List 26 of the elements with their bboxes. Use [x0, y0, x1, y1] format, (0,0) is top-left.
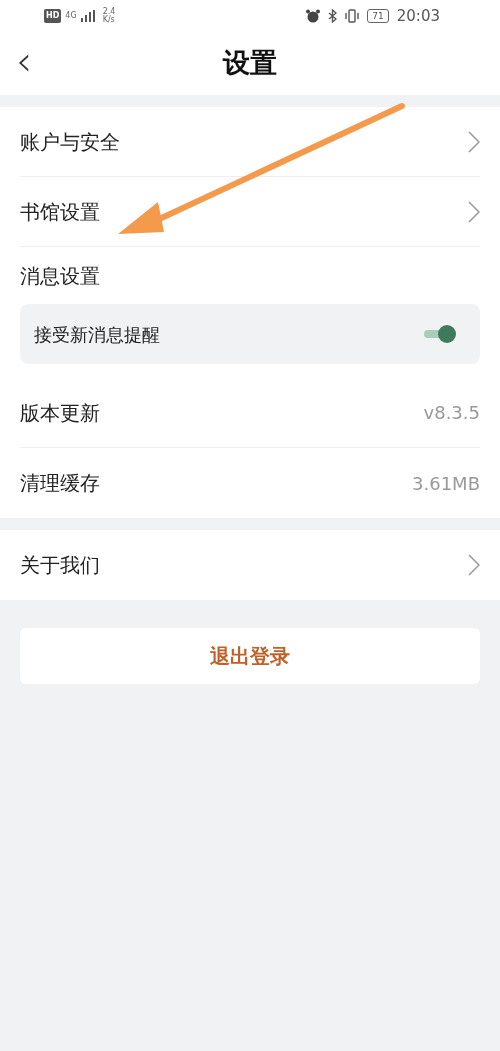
- bluetooth-icon: [328, 9, 338, 23]
- row-label: 版本更新: [20, 399, 100, 427]
- row-label: 账户与安全: [20, 128, 120, 156]
- logout-button[interactable]: 退出登录: [20, 628, 480, 684]
- network-type: 4G: [65, 12, 77, 20]
- clock-time: 20:03: [396, 5, 440, 27]
- chevron-icon: [468, 130, 480, 153]
- toggle-switch[interactable]: [424, 325, 456, 343]
- row-label: 清理缓存: [20, 470, 100, 497]
- chevron-icon: [468, 200, 480, 223]
- signal-icon: [80, 10, 95, 22]
- speed-unit: K/s: [102, 16, 116, 24]
- row-value: 3.61MB: [412, 471, 480, 496]
- row-label: 书馆设置: [20, 198, 100, 226]
- settings-row[interactable]: 账户与安全: [20, 107, 480, 177]
- row-value: v8.3.5: [423, 401, 480, 425]
- row-label: 关于我们: [20, 552, 100, 579]
- section-header: 消息设置: [20, 262, 100, 290]
- toggle-label: 接受新消息提醒: [34, 322, 160, 347]
- vibrate-icon: [345, 9, 360, 23]
- back-button[interactable]: ‹: [12, 44, 36, 78]
- network-speed: 2.4: [102, 8, 116, 16]
- battery-indicator: 71: [367, 9, 389, 23]
- hd-badge: HD: [44, 9, 62, 23]
- page-title: 设置: [223, 46, 277, 81]
- chevron-icon: [468, 554, 480, 576]
